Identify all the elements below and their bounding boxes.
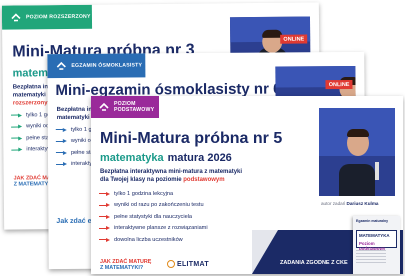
list-item: pełne statystyki dla nauczyciela xyxy=(99,211,208,223)
logo-icon xyxy=(55,60,66,71)
arrow-icon xyxy=(99,225,110,231)
logo-icon xyxy=(167,260,175,268)
arrow-icon xyxy=(11,147,22,153)
arrow-icon xyxy=(56,127,67,133)
booklet-title-box: MATEMATYKA Poziom podstawowy xyxy=(356,230,397,251)
author-caption: autor zadań Dariusz Kulma xyxy=(321,201,378,206)
author-photo xyxy=(319,108,395,196)
list-item: wyniki od razu po zakończeniu testu xyxy=(99,200,208,212)
booklet-title: MATEMATYKA xyxy=(359,232,390,238)
arrow-icon xyxy=(11,135,22,141)
feature-list: tylko 1 godzina lekcyjna wyniki od razu … xyxy=(99,188,208,246)
poster-subtitle: matematyka matura 2026 xyxy=(100,152,232,164)
list-item: dowolna liczba uczestników xyxy=(99,234,208,246)
booklet-top-text: Egzamin maturalny xyxy=(356,219,389,223)
level-header: POZIOM ROZSZERZONY xyxy=(1,4,93,30)
poster-podstawowy: POZIOM PODSTAWOWY Mini-Matura próbna nr … xyxy=(91,96,403,274)
qa-line-2: Z MATEMATYKI? xyxy=(100,265,144,271)
arrow-icon xyxy=(99,214,110,220)
feature-text: tylko 1 godzina lekcyjna xyxy=(114,190,174,197)
level-label: POZIOM ROZSZERZONY xyxy=(25,13,91,21)
arrow-icon xyxy=(99,191,110,197)
level-label: POZIOM PODSTAWOWY xyxy=(114,101,155,113)
arrow-icon xyxy=(56,161,67,167)
level-header: EGZAMIN ÓSMOKLASISTY xyxy=(47,53,146,79)
arrow-icon xyxy=(11,124,22,130)
feature-text: dowolna liczba uczestników xyxy=(114,236,183,243)
online-badge: ONLINE xyxy=(325,79,353,90)
qa-label: JAK ZDAĆ MATURĘ Z MATEMATYKI? xyxy=(100,259,151,271)
list-item: tylko 1 godzina lekcyjna xyxy=(99,188,208,200)
subject-label: matematyka xyxy=(100,152,164,164)
arrow-icon xyxy=(99,202,110,208)
description-level: podstawowym xyxy=(183,177,225,183)
online-badge: ONLINE xyxy=(280,34,308,44)
elitmat-logo: ELITMAT xyxy=(167,260,209,268)
feature-text: pełne statystyki dla nauczyciela xyxy=(114,213,193,220)
arrow-icon xyxy=(99,237,110,243)
feature-text: wyniki od razu po zakończeniu testu xyxy=(114,202,204,209)
list-item: interaktywne plansze z rozwiązaniami xyxy=(99,223,208,235)
cke-text: ZADANIA ZGODNE Z CKE xyxy=(280,260,348,266)
exam-label: matura 2026 xyxy=(167,152,232,164)
level-label: EGZAMIN ÓSMOKLASISTY xyxy=(71,62,143,69)
brand-name: ELITMAT xyxy=(177,260,209,268)
arrow-icon xyxy=(56,138,67,144)
feature-text: interaktywne plansze z rozwiązaniami xyxy=(114,225,208,232)
author-name: Dariusz Kulma xyxy=(346,201,379,206)
logo-icon xyxy=(10,12,21,23)
arrow-icon xyxy=(56,150,67,156)
poster-description: Bezpłatna interaktywna mini-matura z mat… xyxy=(100,168,250,184)
logo-icon xyxy=(99,102,109,113)
poster-title: Mini-Matura próbna nr 5 xyxy=(100,130,283,147)
exam-booklet: Egzamin maturalny MATEMATYKA Poziom pods… xyxy=(353,216,400,274)
arrow-icon xyxy=(11,112,22,118)
level-header: POZIOM PODSTAWOWY xyxy=(91,96,159,118)
author-prefix: autor zadań xyxy=(321,201,346,206)
